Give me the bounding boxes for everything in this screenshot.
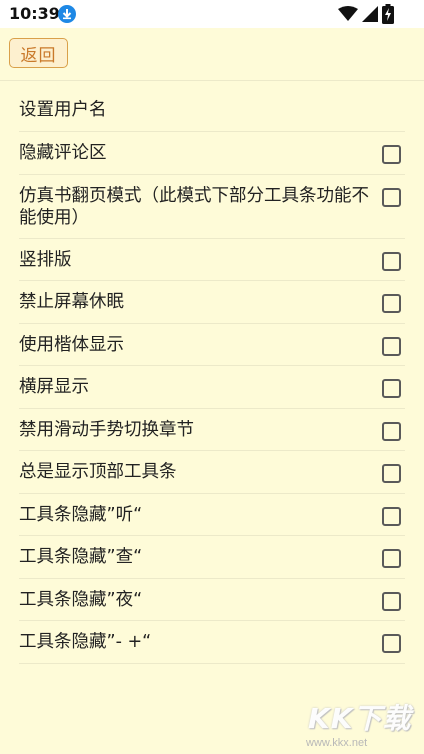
watermark: KK下载 www.kkx.net (300, 697, 424, 754)
top-bar: 返回 (0, 28, 424, 81)
setting-row-hide-listen[interactable]: 工具条隐藏”听“ (19, 494, 405, 536)
setting-row-hide-comments[interactable]: 隐藏评论区 (19, 132, 405, 175)
setting-row-keep-screen-on[interactable]: 禁止屏幕休眠 (19, 281, 405, 324)
back-button[interactable]: 返回 (9, 38, 68, 68)
setting-row-page-curl-mode[interactable]: 仿真书翻页模式（此模式下部分工具条功能不能使用） (19, 175, 405, 239)
disable-swipe-checkbox[interactable] (382, 422, 401, 441)
setting-row-kaiti-font[interactable]: 使用楷体显示 (19, 324, 405, 366)
setting-label: 使用楷体显示 (19, 335, 124, 355)
hide-lookup-checkbox[interactable] (382, 549, 401, 568)
setting-label: 工具条隐藏”听“ (19, 505, 143, 525)
setting-row-disable-swipe[interactable]: 禁用滑动手势切换章节 (19, 409, 405, 451)
wifi-icon (338, 6, 358, 22)
status-time: 10:39 (9, 4, 60, 23)
landscape-checkbox[interactable] (382, 379, 401, 398)
setting-row-hide-lookup[interactable]: 工具条隐藏”查“ (19, 536, 405, 579)
watermark-url: www.kkx.net (306, 737, 368, 749)
setting-row-vertical-layout[interactable]: 竖排版 (19, 239, 405, 281)
setting-row-username[interactable]: 设置用户名 (19, 90, 405, 132)
hide-comments-checkbox[interactable] (382, 145, 401, 164)
setting-label: 仿真书翻页模式（此模式下部分工具条功能不能使用） (19, 186, 369, 228)
setting-label: 工具条隐藏”夜“ (19, 590, 143, 610)
vertical-layout-checkbox[interactable] (382, 252, 401, 271)
kaiti-font-checkbox[interactable] (382, 337, 401, 356)
setting-row-landscape[interactable]: 横屏显示 (19, 366, 405, 409)
setting-label: 竖排版 (19, 250, 72, 270)
setting-label: 禁止屏幕休眠 (19, 292, 124, 312)
hide-zoom-checkbox[interactable] (382, 634, 401, 653)
setting-label: 隐藏评论区 (19, 143, 107, 163)
page-curl-mode-checkbox[interactable] (382, 188, 401, 207)
signal-icon (362, 6, 378, 22)
download-icon (58, 5, 76, 23)
always-show-toolbar-checkbox[interactable] (382, 464, 401, 483)
watermark-logo: KK下载 (308, 702, 412, 735)
setting-label: 设置用户名 (19, 100, 107, 120)
setting-label: 总是显示顶部工具条 (19, 462, 177, 482)
keep-screen-on-checkbox[interactable] (382, 294, 401, 313)
setting-label: 工具条隐藏”- +“ (19, 632, 152, 652)
setting-label: 横屏显示 (19, 377, 89, 397)
setting-label: 工具条隐藏”查“ (19, 547, 143, 567)
settings-list: 设置用户名 隐藏评论区 仿真书翻页模式（此模式下部分工具条功能不能使用） 竖排版… (0, 90, 424, 664)
hide-listen-checkbox[interactable] (382, 507, 401, 526)
setting-row-hide-night[interactable]: 工具条隐藏”夜“ (19, 579, 405, 621)
setting-row-always-show-toolbar[interactable]: 总是显示顶部工具条 (19, 451, 405, 494)
status-bar: 10:39 (0, 0, 424, 28)
setting-row-hide-zoom[interactable]: 工具条隐藏”- +“ (19, 621, 405, 664)
battery-charging-icon (382, 4, 394, 24)
hide-night-checkbox[interactable] (382, 592, 401, 611)
setting-label: 禁用滑动手势切换章节 (19, 420, 194, 440)
